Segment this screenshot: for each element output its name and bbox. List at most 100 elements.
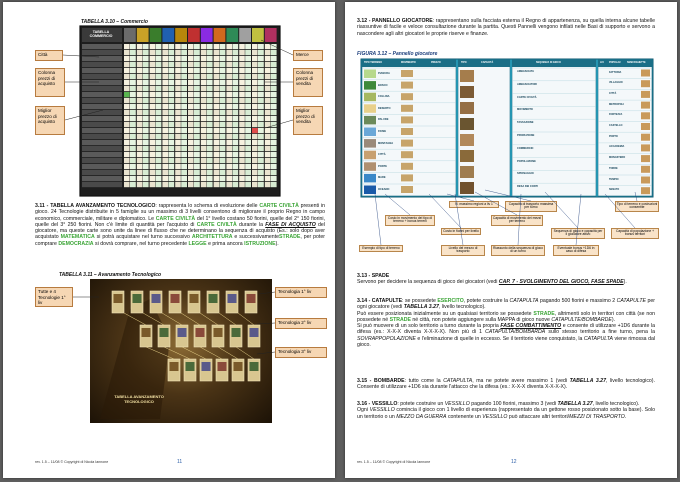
buy-price-cell bbox=[149, 110, 156, 116]
label-costo-fiorini: Costo in fiorini per livello bbox=[441, 228, 481, 235]
buy-price-cell bbox=[124, 50, 130, 56]
sell-price-cell bbox=[168, 122, 175, 128]
sell-price-cell bbox=[130, 80, 136, 86]
sell-price-cell bbox=[270, 44, 277, 50]
sell-price-cell bbox=[245, 134, 251, 140]
sell-price-cell bbox=[130, 68, 136, 74]
buy-price-cell bbox=[200, 68, 207, 74]
sell-price-cell bbox=[130, 158, 136, 164]
building-name: PORTO bbox=[609, 134, 618, 138]
sell-price-cell bbox=[219, 158, 226, 164]
sell-price-cell bbox=[155, 86, 162, 92]
buy-price-cell bbox=[188, 158, 194, 164]
sell-price-cell bbox=[168, 128, 175, 134]
label-costo-bonus: Costo in movimento del tipo di terreno +… bbox=[385, 215, 435, 226]
figure-caption: FIGURA 3.12 – Pannello giocatore bbox=[357, 51, 438, 57]
buy-price-cell bbox=[136, 62, 143, 68]
page-11: TABELLA 3.10 – Commercio TABELLA COMMERC… bbox=[3, 2, 335, 478]
buy-price-cell bbox=[226, 92, 232, 98]
buy-price-cell bbox=[239, 80, 245, 86]
buy-price-cell bbox=[213, 44, 220, 50]
buy-price-cell bbox=[226, 44, 232, 50]
sell-price-cell bbox=[270, 92, 277, 98]
sell-price-cell bbox=[270, 104, 277, 110]
sell-price-cell bbox=[155, 74, 162, 80]
buy-price-cell bbox=[188, 146, 194, 152]
buy-price-cell bbox=[226, 146, 232, 152]
sell-price-cell bbox=[130, 74, 136, 80]
sell-price-cell bbox=[270, 170, 277, 176]
city-row bbox=[82, 86, 122, 92]
buy-price-cell bbox=[124, 80, 130, 86]
buy-price-cell bbox=[252, 140, 258, 146]
section-3-11-title: 3.11 - TABELLA AVANZAMENTO TECNOLOGICO bbox=[35, 203, 156, 209]
sell-price-cell bbox=[206, 56, 213, 62]
sell-price-cell bbox=[142, 44, 149, 50]
merchandise-icon bbox=[213, 28, 226, 42]
buy-price-cell bbox=[162, 152, 168, 158]
buy-price-cell bbox=[226, 152, 232, 158]
terrain-name: BOSCO bbox=[378, 83, 388, 87]
sell-price-cell bbox=[232, 86, 239, 92]
buy-price-cell bbox=[136, 56, 143, 62]
trade-table-header: TABELLA COMMERCIO bbox=[89, 30, 113, 38]
technology-card-art bbox=[132, 294, 142, 303]
sell-price-cell bbox=[181, 50, 187, 56]
buy-price-cell bbox=[252, 158, 258, 164]
buy-price-cell bbox=[213, 152, 220, 158]
buy-price-cell bbox=[162, 44, 168, 50]
buy-price-cell bbox=[188, 152, 194, 158]
sell-price-cell bbox=[194, 176, 200, 182]
merchandise-icon bbox=[149, 28, 162, 42]
sell-price-cell bbox=[155, 152, 162, 158]
terrain-name: PALUDE bbox=[378, 118, 389, 122]
buy-price-cell bbox=[252, 98, 258, 104]
merchandise-icon bbox=[239, 28, 251, 42]
terrain-name: PONTE bbox=[378, 164, 387, 168]
section-3-15-text: 3.15 - BOMBARDE: tutto come la CATAPULTA… bbox=[357, 378, 655, 391]
buy-price-cell bbox=[239, 176, 245, 182]
buy-price-cell bbox=[162, 140, 168, 146]
sell-price-cell bbox=[219, 62, 226, 68]
sell-price-cell bbox=[194, 122, 200, 128]
sell-price-cell bbox=[155, 182, 162, 188]
buy-price-cell bbox=[136, 158, 143, 164]
sell-price-cell bbox=[181, 74, 187, 80]
buy-price-cell bbox=[136, 50, 143, 56]
buy-price-cell bbox=[188, 116, 194, 122]
sell-price-cell bbox=[245, 74, 251, 80]
sell-price-cell bbox=[245, 56, 251, 62]
buy-price-cell bbox=[264, 158, 271, 164]
buy-price-cell bbox=[226, 98, 232, 104]
technology-card-art bbox=[177, 328, 187, 337]
sell-price-cell bbox=[130, 116, 136, 122]
buy-price-cell bbox=[136, 104, 143, 110]
buy-price-cell bbox=[162, 50, 168, 56]
sell-price-cell bbox=[130, 44, 136, 50]
sell-price-cell bbox=[194, 86, 200, 92]
sell-price-cell bbox=[258, 110, 264, 116]
technology-card-art bbox=[141, 328, 151, 337]
sell-price-cell bbox=[142, 80, 149, 86]
city-row bbox=[82, 92, 122, 98]
buy-price-cell bbox=[162, 86, 168, 92]
sequence-step: POPOLAZIONE bbox=[517, 159, 536, 163]
sell-price-cell bbox=[219, 98, 226, 104]
sell-price-cell bbox=[130, 152, 136, 158]
sell-price-cell bbox=[168, 98, 175, 104]
buy-price-cell bbox=[264, 56, 271, 62]
buy-price-cell bbox=[162, 146, 168, 152]
sell-price-cell bbox=[232, 140, 239, 146]
sell-price-cell bbox=[130, 62, 136, 68]
buy-price-cell bbox=[124, 110, 130, 116]
sell-price-cell bbox=[155, 62, 162, 68]
technology-card-art bbox=[169, 362, 179, 371]
buy-price-cell bbox=[124, 44, 130, 50]
terrain-name: FIUME bbox=[378, 130, 387, 133]
buy-price-cell bbox=[264, 140, 271, 146]
sell-price-cell bbox=[181, 110, 187, 116]
technology-card-art bbox=[159, 328, 169, 337]
buy-price-cell bbox=[162, 128, 168, 134]
player-panel-text: TIPO TERRENO MOVIMENTO PREZZO TIPO CAPACITÀ S… bbox=[361, 59, 653, 197]
buy-price-cell bbox=[264, 146, 271, 152]
